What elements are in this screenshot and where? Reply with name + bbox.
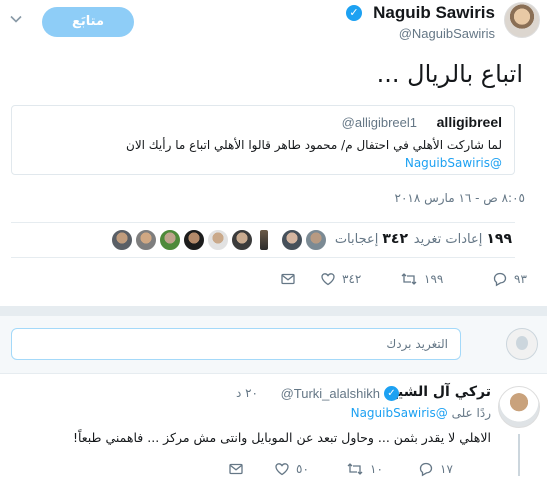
quoted-body-text: لما شاركت الأهلي في احتفال م/ محمود طاهر… <box>126 138 502 152</box>
section-divider <box>0 306 547 316</box>
reply-like-action[interactable]: ٥٠ <box>274 458 309 480</box>
reply-icon <box>418 461 434 477</box>
tweet-actions: ٩٣ ١٩٩ ٣٤٢ <box>0 268 547 292</box>
likes-stat[interactable]: ٣٤٢إعجابات <box>335 231 408 247</box>
retweets-label: إعادات تغريد <box>413 232 483 247</box>
reply-input[interactable]: التغريد بردك <box>11 328 461 360</box>
quoted-tweet[interactable]: alligibreel @alligibreel1 لما شاركت الأه… <box>11 105 515 175</box>
retweet-icon <box>400 271 418 287</box>
reply-icon <box>492 271 508 287</box>
reply-like-count: ٥٠ <box>296 462 309 476</box>
quoted-text: لما شاركت الأهلي في احتفال م/ محمود طاهر… <box>32 136 502 172</box>
reply-tweet[interactable]: تركي آل الشيخ ✓ @Turki_alalshikh ٢٠ د رد… <box>0 374 547 480</box>
liker-avatar[interactable] <box>111 229 133 251</box>
tweet-stats: ١٩٩إعادات تغريد ٣٤٢إعجابات <box>11 222 515 258</box>
reply-reply-action[interactable]: ١٧ <box>418 458 453 480</box>
retweet-count: ١٩٩ <box>424 272 444 286</box>
envelope-icon <box>228 461 244 477</box>
chevron-down-icon[interactable] <box>10 13 22 25</box>
retweets-stat[interactable]: ١٩٩إعادات تغريد <box>414 231 512 247</box>
direct-message-action[interactable] <box>280 268 296 290</box>
reply-count: ٩٣ <box>514 272 527 286</box>
reply-time[interactable]: ٢٠ د <box>236 386 258 400</box>
liker-avatar[interactable] <box>231 229 253 251</box>
following-button[interactable]: متابَع <box>42 7 134 37</box>
quoted-mention-link[interactable]: @NaguibSawiris <box>405 156 502 170</box>
reply-author-avatar[interactable] <box>498 386 540 428</box>
liker-avatar[interactable] <box>281 229 303 251</box>
retweet-action[interactable]: ١٩٩ <box>400 268 443 290</box>
quoted-author-handle: @alligibreel1 <box>341 115 417 130</box>
liker-avatar[interactable] <box>305 229 327 251</box>
reply-text: الاهلي لا يقدر بثمن ... وحاول تبعد عن ال… <box>72 430 491 445</box>
verified-icon: ✓ <box>346 5 362 21</box>
retweets-count: ١٩٩ <box>486 231 512 247</box>
liker-avatar[interactable] <box>135 229 157 251</box>
author-handle[interactable]: @NaguibSawiris <box>399 26 495 41</box>
envelope-icon <box>280 271 296 287</box>
reply-retweet-count: ١٠ <box>370 462 383 476</box>
reply-reply-count: ١٧ <box>440 462 453 476</box>
reply-action[interactable]: ٩٣ <box>492 268 527 290</box>
tweet-header: Naguib Sawiris ✓ @NaguibSawiris متابَع <box>0 0 547 50</box>
replying-to-mention[interactable]: @NaguibSawiris <box>351 406 448 420</box>
retweet-icon <box>346 461 364 477</box>
heart-icon <box>274 461 290 477</box>
current-user-avatar <box>506 328 538 360</box>
liker-avatar[interactable] <box>183 229 205 251</box>
liker-avatar[interactable] <box>159 229 181 251</box>
replying-to: ردًا على @NaguibSawiris <box>351 406 491 420</box>
reply-author-name[interactable]: تركي آل الشيخ <box>388 384 491 400</box>
tweet-timestamp[interactable]: ٨:٠٥ ص - ١٦ مارس ٢٠١٨ <box>395 191 526 205</box>
likes-count: ٣٤٢ <box>382 231 408 247</box>
author-avatar[interactable] <box>504 2 540 38</box>
reply-composer: التغريد بردك <box>0 316 547 374</box>
reply-dm-action[interactable] <box>228 458 244 480</box>
main-tweet: Naguib Sawiris ✓ @NaguibSawiris متابَع ا… <box>0 0 547 296</box>
like-action[interactable]: ٣٤٢ <box>320 268 361 290</box>
heart-icon <box>320 271 336 287</box>
likers-avatars <box>95 229 335 253</box>
quoted-author-name: alligibreel <box>436 114 502 130</box>
reply-retweet-action[interactable]: ١٠ <box>346 458 383 480</box>
liker-avatar[interactable] <box>207 229 229 251</box>
verified-icon: ✓ <box>384 386 399 401</box>
reply-author-handle[interactable]: @Turki_alalshikh <box>281 386 380 401</box>
liker-avatar[interactable] <box>259 229 269 251</box>
likes-label: إعجابات <box>334 232 379 247</box>
replying-to-label: ردًا على <box>451 406 491 420</box>
reply-actions: ١٧ ١٠ ٥٠ <box>0 458 547 478</box>
like-count: ٣٤٢ <box>342 272 362 286</box>
tweet-text: اتباع بالريال ... <box>376 60 523 88</box>
author-name[interactable]: Naguib Sawiris <box>373 3 495 23</box>
